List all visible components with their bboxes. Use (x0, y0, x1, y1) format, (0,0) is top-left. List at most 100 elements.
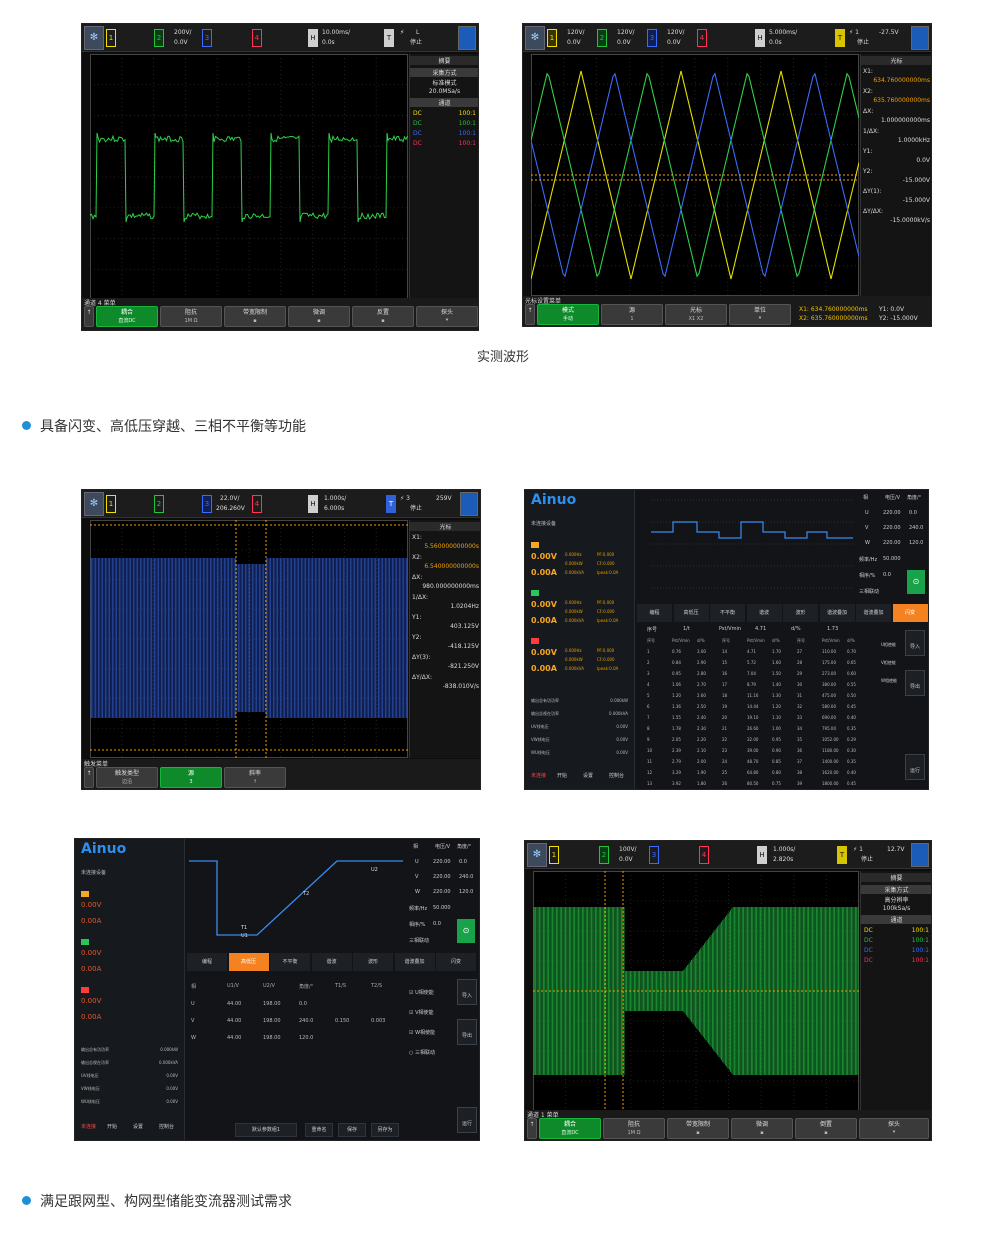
phase-check-0[interactable]: ☑ U相使能 (409, 989, 434, 996)
tab-2[interactable]: 不平衡 (270, 953, 310, 971)
horizontal-icon[interactable]: H (308, 29, 318, 47)
impedance-button[interactable]: 阻抗 1M Ω (160, 306, 222, 327)
waveform-toggle-icon[interactable] (460, 492, 478, 516)
bandwidth-limit-button[interactable]: 带宽限制 ▪ (224, 306, 286, 327)
scope-settings-icon[interactable]: ✻ (525, 26, 545, 50)
channel-4-chip[interactable]: 4 (252, 29, 262, 47)
tab-6[interactable]: 谐波叠加 (856, 604, 891, 622)
back-button[interactable]: ↑ (525, 304, 535, 325)
mode-button[interactable]: 模式 手动 (537, 304, 599, 325)
group-action-0[interactable]: 默认参数组1 (235, 1123, 297, 1137)
tab-2[interactable]: 不平衡 (710, 604, 745, 622)
fine-tune-button[interactable]: 微调 ▪ (288, 306, 350, 327)
bottom-action-2[interactable]: 设置 (583, 772, 593, 779)
waveform-toggle-icon[interactable] (911, 26, 929, 50)
side-action-1[interactable]: 导出 (905, 670, 925, 696)
source-button[interactable]: 源1 (601, 304, 663, 325)
tab-4[interactable]: 波形 (783, 604, 818, 622)
scope-settings-icon[interactable]: ✻ (84, 492, 104, 516)
channel-2-chip[interactable]: 2 (154, 495, 164, 513)
channel-1-chip[interactable]: 1 (106, 29, 116, 47)
cursor-button[interactable]: 光标 X1 X2 (665, 304, 727, 325)
horizontal-icon[interactable]: H (757, 846, 767, 864)
channel-1-chip[interactable]: 1 (547, 29, 557, 47)
bottom-action-0[interactable]: 未连接 (531, 772, 546, 779)
bottom-action-3[interactable]: 控制台 (609, 772, 624, 779)
horizontal-icon[interactable]: H (755, 29, 765, 47)
tab-3[interactable]: 谐波 (746, 604, 782, 622)
fine-tune-button[interactable]: 微调 ▪ (731, 1118, 793, 1139)
phase-check-2[interactable]: ☑ W相使能 (409, 1029, 435, 1036)
invert-button[interactable]: 倒置 ▪ (795, 1118, 857, 1139)
waveform-toggle-icon[interactable] (911, 843, 929, 867)
apply-button-icon[interactable]: ⊙ (907, 570, 925, 594)
channel-2-chip[interactable]: 2 (154, 29, 164, 47)
horizontal-icon[interactable]: H (308, 495, 318, 513)
scope-settings-icon[interactable]: ✻ (527, 843, 547, 867)
run-button[interactable]: 运行 (905, 754, 925, 780)
channel-4-chip[interactable]: 4 (697, 29, 707, 47)
phase-enable-1[interactable]: V相使能 (881, 660, 896, 666)
waveform-toggle-icon[interactable] (458, 26, 476, 50)
bottom-action-0[interactable]: 未连接 (81, 1123, 96, 1130)
bottom-action-3[interactable]: 控制台 (159, 1123, 174, 1130)
bandwidth-limit-button[interactable]: 带宽限制 ▪ (667, 1118, 729, 1139)
channel-4-chip[interactable]: 4 (699, 846, 709, 864)
phase-check-3[interactable]: ○ 三相联动 (409, 1049, 435, 1056)
side-action-0[interactable]: 导入 (905, 630, 925, 656)
bottom-action-1[interactable]: 开始 (107, 1123, 117, 1130)
trigger-icon[interactable]: T (835, 29, 845, 47)
coupling-button[interactable]: 耦合 直流DC (96, 306, 158, 327)
channel-2-chip[interactable]: 2 (597, 29, 607, 47)
channel-3-chip[interactable]: 3 (202, 29, 212, 47)
invert-button[interactable]: 反置 ▪ (352, 306, 414, 327)
source-button[interactable]: 源3 (160, 767, 222, 788)
channel-3-chip[interactable]: 3 (202, 495, 212, 513)
bottom-action-2[interactable]: 设置 (133, 1123, 143, 1130)
unit-button[interactable]: 单位 ⯆ (729, 304, 791, 325)
back-button[interactable]: ↑ (84, 767, 94, 788)
channel-4-chip[interactable]: 4 (252, 495, 262, 513)
three-phase-check[interactable]: 三相联动 (409, 937, 429, 944)
side-action-1[interactable]: 导出 (457, 1019, 477, 1045)
table-cell: 2.80 (697, 671, 706, 676)
three-phase-check[interactable]: 三相联动 (859, 588, 879, 595)
group-action-1[interactable]: 重命名 (305, 1123, 333, 1137)
tab-1[interactable]: 高低压 (673, 604, 709, 622)
back-button[interactable]: ↑ (84, 306, 94, 327)
side-action-0[interactable]: 导入 (457, 979, 477, 1005)
phase-enable-2[interactable]: W相使能 (881, 678, 897, 684)
channel-2-chip[interactable]: 2 (599, 846, 609, 864)
channel-3-chip[interactable]: 3 (649, 846, 659, 864)
probe-button[interactable]: 探头 ⯆ (416, 306, 478, 327)
impedance-button[interactable]: 阻抗 1M Ω (603, 1118, 665, 1139)
tab-7[interactable]: 闪变 (892, 604, 928, 622)
trigger-icon[interactable]: T (837, 846, 847, 864)
coupling-button[interactable]: 耦合 直流DC (539, 1118, 601, 1139)
tab-0[interactable]: 编程 (187, 953, 227, 971)
channel-3-chip[interactable]: 3 (647, 29, 657, 47)
back-button[interactable]: ↑ (527, 1118, 537, 1139)
tab-4[interactable]: 波形 (353, 953, 393, 971)
slope-button[interactable]: 斜率 ↑ (224, 767, 286, 788)
tab-1[interactable]: 高低压 (228, 953, 269, 971)
bottom-action-1[interactable]: 开始 (557, 772, 567, 779)
tab-5[interactable]: 谐波叠加 (394, 953, 435, 971)
channel-1-chip[interactable]: 1 (549, 846, 559, 864)
phase-enable-0[interactable]: U相使能 (881, 642, 896, 648)
run-button[interactable]: 运行 (457, 1107, 477, 1133)
group-action-2[interactable]: 保存 (338, 1123, 366, 1137)
probe-button[interactable]: 探头 ⯆ (859, 1118, 929, 1139)
phase-check-1[interactable]: ☑ V相使能 (409, 1009, 434, 1016)
tab-5[interactable]: 谐波叠加 (819, 604, 855, 622)
apply-button-icon[interactable]: ⊙ (457, 919, 475, 943)
scope-settings-icon[interactable]: ✻ (84, 26, 104, 50)
tab-3[interactable]: 谐波 (311, 953, 352, 971)
trigger-icon[interactable]: T (386, 495, 396, 513)
group-action-3[interactable]: 另存为 (371, 1123, 399, 1137)
channel-1-chip[interactable]: 1 (106, 495, 116, 513)
trigger-type-button[interactable]: 触发类型 边沿 (96, 767, 158, 788)
trigger-icon[interactable]: T (384, 29, 394, 47)
tab-6[interactable]: 闪变 (436, 953, 476, 971)
tab-0[interactable]: 编程 (637, 604, 672, 622)
